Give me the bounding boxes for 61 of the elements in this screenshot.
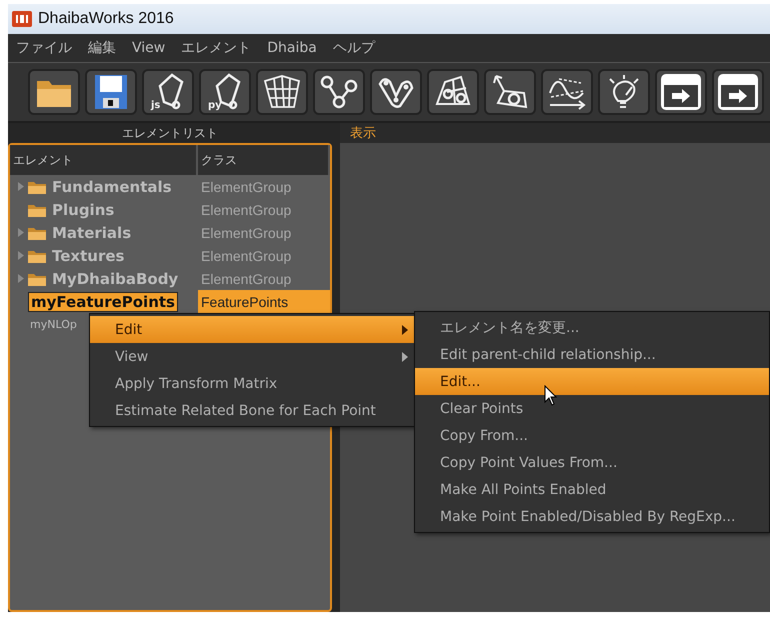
toolbar-button[interactable]: [256, 69, 308, 115]
class-name: ElementGroup: [200, 178, 292, 197]
menu-entry[interactable]: Make Point Enabled/Disabled By RegExp...: [415, 503, 769, 530]
toolbar-button[interactable]: [28, 69, 80, 115]
toolbar-button[interactable]: [370, 69, 422, 115]
toolbar-button[interactable]: [598, 69, 650, 115]
menu-item[interactable]: 編集: [88, 39, 116, 57]
panel-title: エレメントリスト: [122, 124, 218, 142]
bone-axis-icon: [490, 73, 530, 111]
menu-item[interactable]: Dhaiba: [267, 40, 317, 56]
toolbar-button[interactable]: js: [142, 69, 194, 115]
folder-icon: [28, 272, 46, 286]
menu-entry[interactable]: Estimate Related Bone for Each Point: [90, 397, 416, 424]
submenu-arrow-icon: [402, 352, 408, 362]
menu-entry[interactable]: View: [90, 343, 416, 370]
window-title: DhaibaWorks 2016: [38, 10, 174, 28]
element-name[interactable]: myNLOp: [28, 318, 79, 331]
submenu-arrow-icon: [402, 324, 408, 334]
class-name: ElementGroup: [200, 246, 292, 266]
menu-entry[interactable]: Clear Points: [415, 395, 769, 422]
menu-entry[interactable]: Edit: [90, 316, 416, 343]
node-link-icon: [319, 74, 359, 110]
class-name: FeaturePoints: [198, 290, 330, 313]
menu-entry[interactable]: Edit parent-child relationship...: [415, 341, 769, 368]
cube-grid-icon: [262, 73, 302, 111]
class-name: ElementGroup: [200, 200, 292, 220]
toolbar-button[interactable]: [712, 69, 764, 115]
element-name[interactable]: Textures: [50, 246, 126, 264]
element-name[interactable]: Materials: [50, 224, 134, 242]
menu-item[interactable]: View: [132, 40, 166, 56]
element-name[interactable]: Plugins: [50, 200, 116, 218]
element-name[interactable]: MyDhaibaBody: [50, 270, 180, 288]
menu-entry[interactable]: Copy Point Values From...: [415, 449, 769, 476]
folder-icon: [28, 248, 46, 262]
element-name[interactable]: Fundamentals: [50, 178, 174, 196]
menu-entry[interactable]: Apply Transform Matrix: [90, 370, 416, 397]
toolbar-button[interactable]: [655, 69, 707, 115]
column-header[interactable]: クラス: [198, 145, 330, 175]
toolbar-button[interactable]: [85, 69, 137, 115]
toolbar-button[interactable]: [484, 69, 536, 115]
panel-tab[interactable]: 表示: [350, 124, 376, 142]
folder-icon: [28, 180, 46, 194]
element-name[interactable]: myFeaturePoints: [28, 292, 178, 312]
folder-icon: [28, 202, 46, 216]
menu-item[interactable]: エレメント: [181, 39, 252, 57]
menu-entry[interactable]: Make All Points Enabled: [415, 476, 769, 503]
app-logo-icon: [12, 11, 32, 27]
menu-entry[interactable]: エレメント名を変更...: [415, 314, 769, 341]
menu-entry[interactable]: Copy From...: [415, 422, 769, 449]
menu-entry[interactable]: Edit...: [415, 368, 769, 395]
toolbar-button[interactable]: py: [199, 69, 251, 115]
toolbar-button[interactable]: [427, 69, 479, 115]
column-header[interactable]: エレメント: [10, 145, 198, 175]
toolbar-button[interactable]: [313, 69, 365, 115]
menu-item[interactable]: ヘルプ: [332, 39, 375, 57]
class-name: ElementGroup: [200, 224, 292, 243]
menu-item[interactable]: ファイル: [16, 39, 72, 57]
mouse-pointer-icon: [544, 385, 558, 407]
class-name: ElementGroup: [200, 270, 292, 289]
folder-icon: [28, 226, 46, 240]
toolbar-button[interactable]: [541, 69, 593, 115]
